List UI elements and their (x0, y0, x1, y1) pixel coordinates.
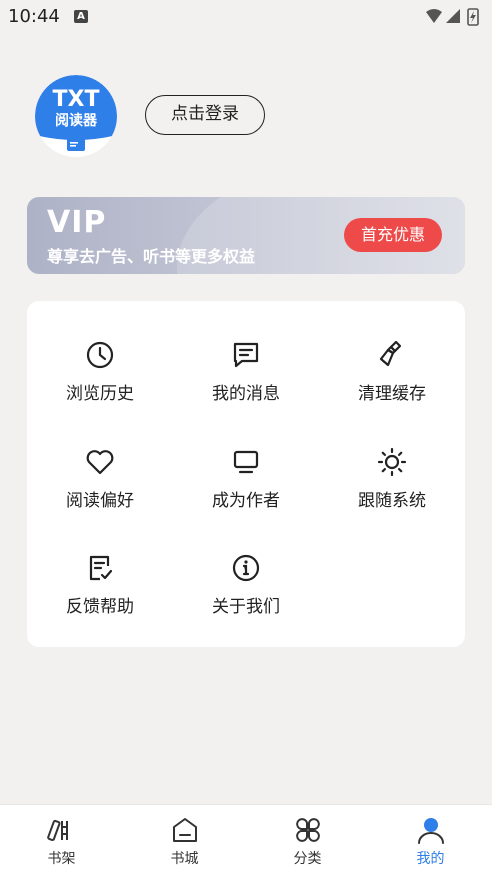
menu-item-label: 阅读偏好 (66, 491, 134, 511)
wifi-icon (426, 9, 442, 23)
vip-subtitle: 尊享去广告、听书等更多权益 (47, 247, 256, 266)
avatar[interactable]: TXT 阅读器 (35, 75, 117, 157)
menu-item-become-author[interactable]: 成为作者 (173, 446, 319, 546)
profile-icon (418, 818, 444, 844)
monitor-icon (233, 450, 259, 474)
vip-banner[interactable]: VIP 尊享去广告、听书等更多权益 首充优惠 (27, 197, 465, 274)
broom-icon (379, 340, 402, 367)
app-logo-icon: TXT 阅读器 (35, 75, 117, 157)
menu-item-about-us[interactable]: 关于我们 (173, 552, 319, 652)
signal-icon (446, 9, 460, 23)
keyboard-indicator-icon: A (74, 10, 88, 23)
nav-tab-label: 我的 (416, 851, 445, 867)
nav-tab-label: 书架 (47, 851, 76, 867)
bookstore-icon (173, 818, 197, 842)
info-icon (232, 554, 260, 582)
menu-item-reading-preference[interactable]: 阅读偏好 (27, 446, 173, 546)
menu-item-history[interactable]: 浏览历史 (27, 339, 173, 439)
status-bar: 10:44 A (0, 0, 492, 34)
nav-tab-bookstore[interactable]: 书城 (123, 805, 246, 876)
menu-item-label: 我的消息 (212, 384, 280, 404)
category-icon (296, 818, 320, 842)
menu-item-messages[interactable]: 我的消息 (173, 339, 319, 439)
feedback-icon (89, 555, 113, 581)
sun-icon (377, 447, 407, 477)
status-time: 10:44 (8, 6, 60, 27)
menu-item-feedback[interactable]: 反馈帮助 (27, 552, 173, 652)
bookshelf-icon (47, 819, 68, 842)
menu-item-label: 跟随系统 (358, 491, 426, 511)
nav-tab-label: 分类 (293, 851, 322, 867)
menu-item-label: 浏览历史 (66, 384, 134, 404)
first-recharge-button[interactable]: 首充优惠 (344, 218, 442, 252)
menu-item-label: 关于我们 (212, 597, 280, 617)
menu-grid: 浏览历史 我的消息 清理缓存 阅读偏好 成为作者 跟随系统 反馈帮助 关于我们 (27, 301, 465, 647)
menu-item-clear-cache[interactable]: 清理缓存 (319, 339, 465, 439)
menu-item-follow-system[interactable]: 跟随系统 (319, 446, 465, 546)
status-icons (426, 8, 479, 26)
avatar-line1: TXT (53, 87, 100, 112)
heart-icon (86, 450, 114, 475)
menu-item-label: 清理缓存 (358, 384, 426, 404)
message-icon (233, 342, 259, 368)
bottom-nav: 书架 书城 分类 我的 (0, 804, 492, 876)
menu-item-label: 成为作者 (212, 491, 280, 511)
avatar-line2: 阅读器 (55, 112, 98, 129)
menu-item-label: 反馈帮助 (66, 597, 134, 617)
nav-tab-label: 书城 (170, 851, 199, 867)
clock-icon (86, 341, 114, 369)
nav-tab-bookshelf[interactable]: 书架 (0, 805, 123, 876)
vip-title: VIP (47, 205, 107, 240)
nav-tab-category[interactable]: 分类 (246, 805, 369, 876)
nav-tab-mine[interactable]: 我的 (369, 805, 492, 876)
login-button[interactable]: 点击登录 (145, 95, 265, 135)
